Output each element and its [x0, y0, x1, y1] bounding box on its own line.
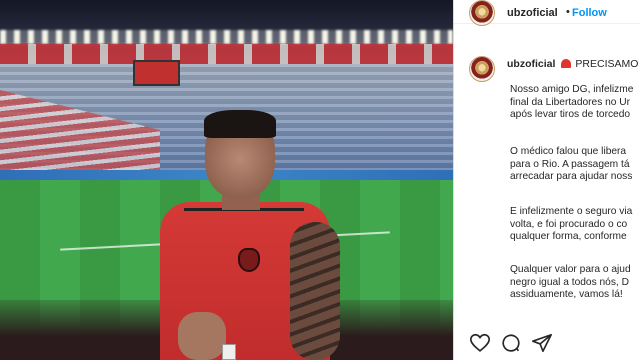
post-photo[interactable] [0, 0, 453, 360]
caption-headline-text: PRECISAMO [575, 58, 639, 70]
upper-stand [0, 44, 453, 64]
heart-icon[interactable] [469, 332, 491, 354]
caption-paragraph-2: O médico falou que libera para o Rio. A … [510, 146, 640, 184]
person [150, 110, 360, 360]
post-header: ubzoficial • Follow [454, 0, 640, 26]
caption-paragraph-3: E infelizmente o seguro via volta, e foi… [510, 206, 640, 244]
tattooed-arm [290, 222, 340, 360]
wristwatch [222, 344, 236, 360]
caption-line: negro igual a todos nós, D [510, 276, 629, 288]
action-bar [453, 330, 640, 360]
caption-line: E infelizmente o seguro via [510, 206, 633, 217]
caption-line: Nosso amigo DG, infelizme [510, 84, 634, 95]
caption-line: Qualquer valor para o ajud [510, 264, 631, 275]
caption-line: qualquer forma, conforme [510, 231, 627, 243]
caption-avatar[interactable] [469, 56, 495, 82]
caption-headline: ubzoficial PRECISAMO [507, 58, 640, 70]
caption-line: arrecadar para ajudar noss [510, 171, 633, 183]
caption-line: O médico falou que libera [510, 146, 627, 157]
caption-line: assiduamente, vamos lá! [510, 289, 623, 301]
share-icon[interactable] [531, 332, 553, 354]
avatar[interactable] [469, 0, 495, 26]
stadium-lights [0, 30, 453, 44]
scoreboard-screen [133, 60, 180, 86]
caption-paragraph-1: Nosso amigo DG, infelizme final da Liber… [510, 84, 640, 122]
separator-dot: • [566, 6, 570, 18]
caption-line: volta, e foi procurado o co [510, 218, 628, 230]
siren-icon [561, 59, 572, 68]
hair [204, 110, 276, 138]
comment-icon[interactable] [500, 332, 522, 354]
caption-line: para o Rio. A passagem tá [510, 158, 630, 170]
club-crest [238, 248, 260, 272]
caption-paragraph-4: Qualquer valor para o ajud negro igual a… [510, 264, 640, 302]
follow-button[interactable]: Follow [572, 7, 607, 19]
caption-username[interactable]: ubzoficial [507, 58, 555, 70]
thumbs-up-hand [178, 312, 226, 360]
username-link[interactable]: ubzoficial [507, 7, 558, 19]
caption-line: final da Libertadores no Ur [510, 96, 631, 108]
caption-line: após levar tiros de torcedo [510, 109, 631, 121]
